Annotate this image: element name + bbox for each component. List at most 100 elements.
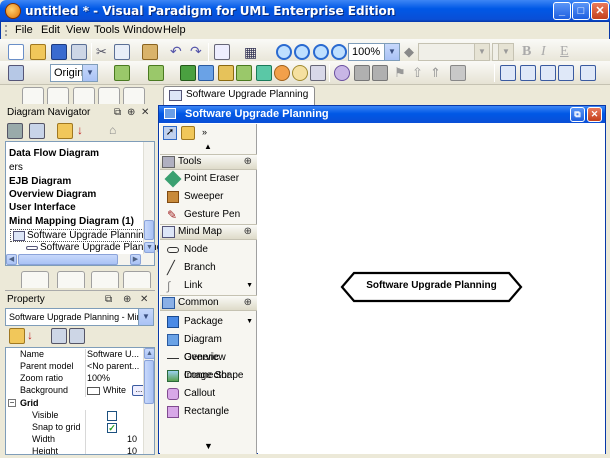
prop-group-grid[interactable]: − Grid xyxy=(6,398,154,410)
pin-icon[interactable]: ⊕ xyxy=(244,225,252,239)
nav-ers[interactable]: ers xyxy=(9,162,23,173)
prop-value[interactable]: 10 xyxy=(87,434,137,444)
menu-file[interactable]: File xyxy=(15,24,33,36)
format-icon[interactable] xyxy=(214,44,230,60)
scroll-up-icon[interactable]: ▲ xyxy=(204,142,212,151)
category-mind-map[interactable]: Mind Map ⊕ xyxy=(160,224,257,240)
tab-property[interactable] xyxy=(21,271,49,288)
menu-tools[interactable]: Tools xyxy=(94,24,120,36)
prop-row-visible[interactable]: Visible xyxy=(6,410,154,422)
tab-model-explorer[interactable] xyxy=(22,87,44,104)
restore-icon[interactable]: ⧉ xyxy=(105,292,112,308)
scroll-thumb[interactable] xyxy=(18,254,118,265)
collapse-all-icon[interactable] xyxy=(7,123,23,139)
palette-generic-connector[interactable]: Generic Connector xyxy=(160,349,257,381)
property-selector[interactable]: Software Upgrade Planning - Min... ▼ xyxy=(5,308,154,326)
nav-data-flow-diagram[interactable]: Data Flow Diagram xyxy=(9,148,99,159)
restore-button[interactable]: ⧉ xyxy=(570,107,585,122)
navigator-horizontal-scrollbar[interactable]: ◀ ▶ xyxy=(6,254,154,265)
prop-row-snap-to-grid[interactable]: Snap to grid ✓ xyxy=(6,422,154,434)
tab-logical-view[interactable] xyxy=(73,87,95,104)
palette-node[interactable]: Node xyxy=(160,241,257,259)
add-subnode-icon[interactable] xyxy=(148,65,164,81)
scroll-thumb[interactable] xyxy=(144,220,154,240)
palette-rectangle[interactable]: Rectangle xyxy=(160,403,257,421)
palette-gesture-pen[interactable]: ✎ Gesture Pen xyxy=(160,206,257,224)
menu-view[interactable]: View xyxy=(66,24,90,36)
pin-icon[interactable]: ⊕ xyxy=(123,292,131,308)
zoom-fit-icon[interactable] xyxy=(313,44,329,60)
open-icon[interactable] xyxy=(30,44,46,60)
zoom-combo[interactable]: 100% ▼ xyxy=(348,43,400,61)
palette-package[interactable]: Package ▼ xyxy=(160,313,257,331)
tree-icon[interactable] xyxy=(218,65,234,81)
tab-search-results[interactable] xyxy=(57,271,85,288)
prop-value[interactable]: White xyxy=(103,385,133,395)
face-icon[interactable] xyxy=(292,65,308,81)
paste-icon[interactable] xyxy=(142,44,158,60)
scroll-thumb[interactable] xyxy=(144,360,154,404)
tab-comments[interactable] xyxy=(123,271,151,288)
menu-help[interactable]: Help xyxy=(163,24,186,36)
nav-user-interface[interactable]: User Interface xyxy=(9,202,76,213)
doc-edit-icon[interactable] xyxy=(520,65,536,81)
print-icon[interactable] xyxy=(71,44,87,60)
prop-value[interactable]: 10 xyxy=(87,446,137,454)
sort-icon[interactable]: ↓ xyxy=(77,123,93,139)
maximize-button[interactable]: □ xyxy=(572,2,590,20)
undo-icon[interactable]: ↶ xyxy=(170,43,186,59)
style-combo[interactable]: Original ▼ xyxy=(50,64,98,82)
add-node-icon[interactable] xyxy=(114,65,130,81)
palette-branch[interactable]: ╱ Branch xyxy=(160,259,257,277)
tab-software-upgrade-planning[interactable]: Software Upgrade Planning xyxy=(163,86,316,105)
grid-icon[interactable]: ▦ xyxy=(244,44,260,60)
selector-icon[interactable]: ➚ xyxy=(163,126,177,140)
close-icon[interactable]: ✕ xyxy=(140,292,148,308)
image-icon[interactable] xyxy=(310,65,326,81)
snap-to-grid-checkbox[interactable]: ✓ xyxy=(107,423,117,433)
doc-icon[interactable] xyxy=(500,65,516,81)
prop-row-background[interactable]: Background White ... xyxy=(6,385,154,397)
prop-row-parent-model[interactable]: Parent model <No parent... xyxy=(6,361,154,373)
report-icon[interactable] xyxy=(580,65,596,81)
pin-icon[interactable]: ⊕ xyxy=(244,155,252,169)
menu-window[interactable]: Window xyxy=(123,24,162,36)
copy-icon[interactable] xyxy=(114,44,130,60)
central-topic-label[interactable]: Software Upgrade Planning xyxy=(354,280,509,291)
visible-checkbox[interactable] xyxy=(107,411,117,421)
scroll-left-icon[interactable]: ◀ xyxy=(6,254,17,265)
prop-row-width[interactable]: Width 10 xyxy=(6,434,154,446)
more-arrow-icon[interactable]: ▼ xyxy=(246,277,253,295)
redo-icon[interactable]: ↷ xyxy=(190,43,206,59)
scroll-down-icon[interactable]: ▼ xyxy=(204,441,213,451)
lock-icon[interactable] xyxy=(181,126,195,140)
collapse-icon[interactable]: − xyxy=(8,399,16,407)
alphabetic-icon[interactable]: ↓ xyxy=(27,328,43,344)
restore-icon[interactable]: ⧉ xyxy=(114,105,121,121)
tab-favorites[interactable] xyxy=(98,87,120,104)
collapse-icon[interactable] xyxy=(256,65,272,81)
color-icon[interactable] xyxy=(274,65,290,81)
bar-chart-icon[interactable] xyxy=(198,65,214,81)
more-tools-icon[interactable]: » xyxy=(202,127,207,137)
prop-row-height[interactable]: Height 10 xyxy=(6,446,154,454)
zoom-out-icon[interactable] xyxy=(294,44,310,60)
diagram-canvas[interactable]: Software Upgrade Planning xyxy=(258,124,605,454)
scroll-right-icon[interactable]: ▶ xyxy=(130,254,141,265)
zoom-icon[interactable] xyxy=(331,44,347,60)
expand-icon[interactable] xyxy=(236,65,252,81)
prop-row-name[interactable]: Name Software U... xyxy=(6,349,154,361)
navigator-vertical-scrollbar[interactable]: ▼ xyxy=(143,142,155,254)
new-icon[interactable] xyxy=(8,44,24,60)
close-button[interactable]: ✕ xyxy=(591,2,609,20)
property-scrollbar[interactable]: ▲ xyxy=(143,348,154,454)
expand-props-icon[interactable] xyxy=(51,328,67,344)
cut-icon[interactable]: ✂ xyxy=(96,44,112,60)
close-diagram-button[interactable]: ✕ xyxy=(587,107,602,122)
doc-check-icon[interactable] xyxy=(540,65,556,81)
tab-class-repository[interactable] xyxy=(47,87,69,104)
new-diagram-icon[interactable] xyxy=(29,123,45,139)
minimize-button[interactable]: _ xyxy=(553,2,571,20)
save-icon[interactable] xyxy=(51,44,67,60)
nav-mind-mapping-diagram[interactable]: Mind Mapping Diagram (1) xyxy=(9,216,134,227)
